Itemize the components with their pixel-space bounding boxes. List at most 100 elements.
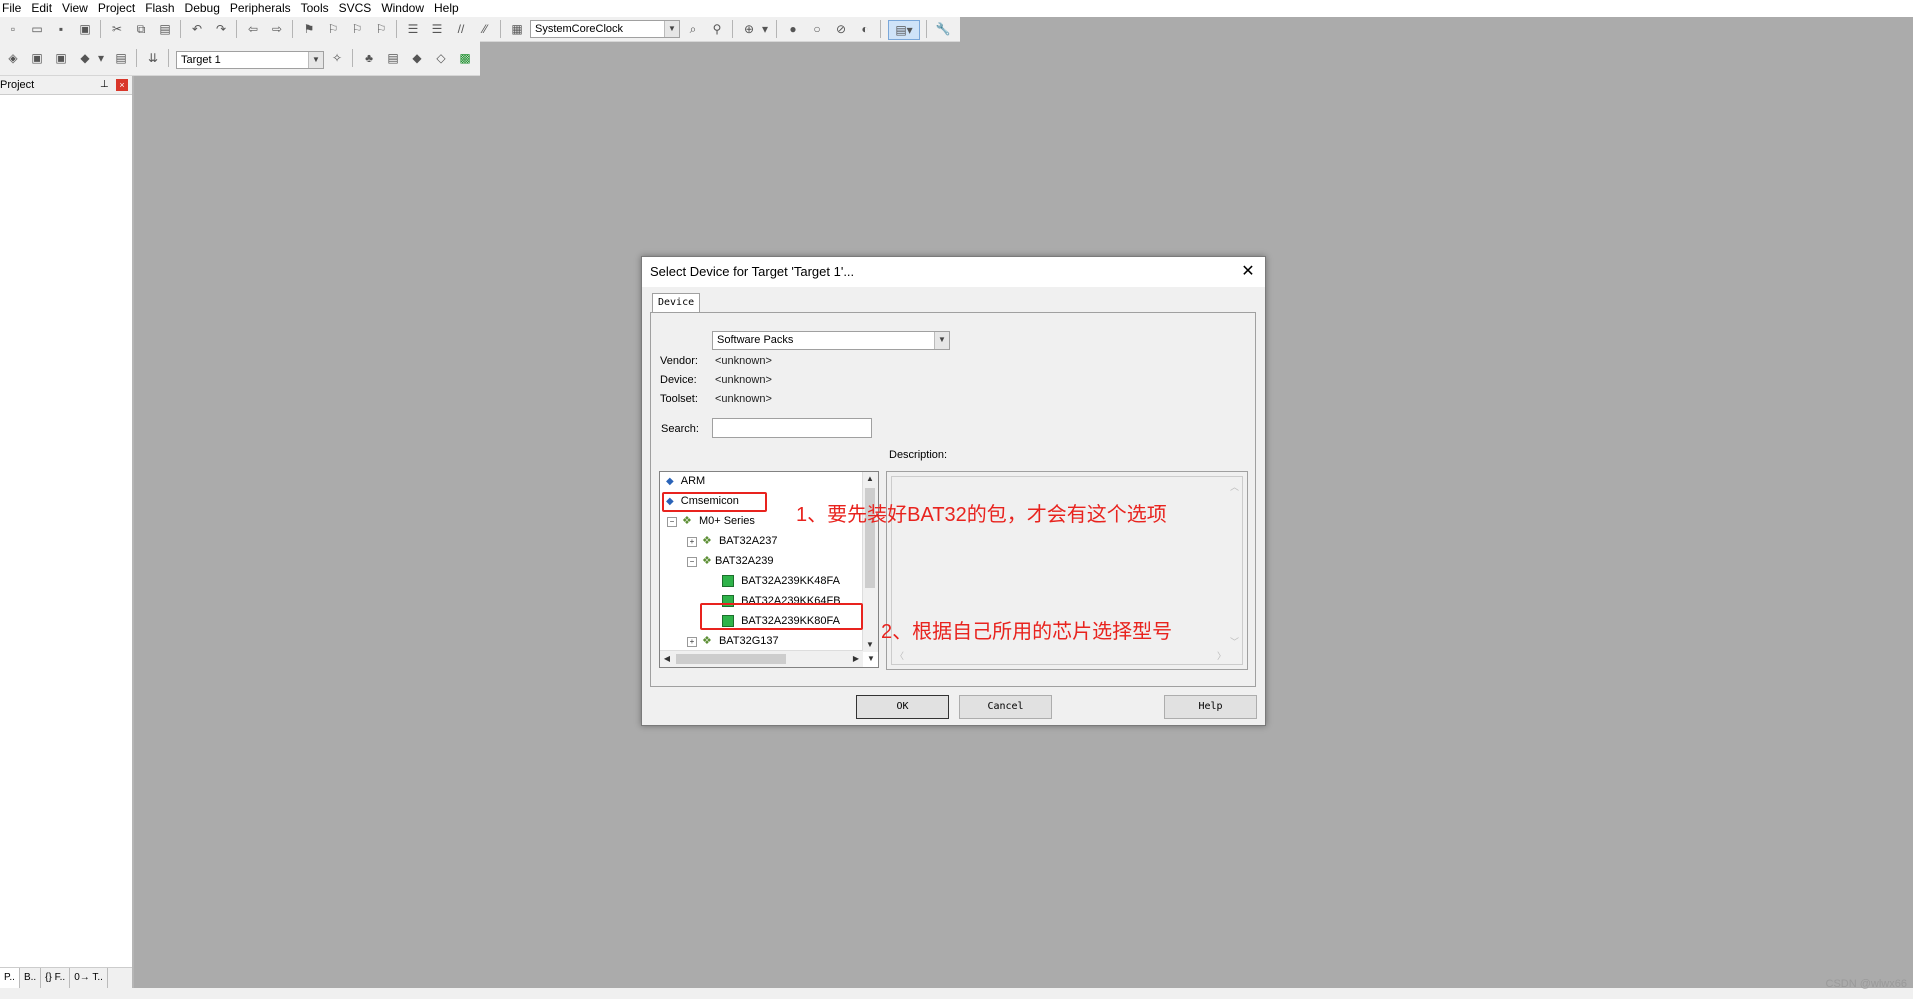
expand-icon[interactable]: + (687, 637, 697, 647)
scroll-thumb[interactable] (676, 654, 786, 664)
file-extensions-icon[interactable]: ♣ (360, 49, 378, 67)
zoom-icon[interactable]: ⊕ (740, 20, 758, 38)
select-packs-icon[interactable]: ◆ (408, 49, 426, 67)
nav-back-icon[interactable]: ⇦ (244, 20, 262, 38)
scroll-right-icon[interactable]: ▶ (849, 652, 863, 666)
configure-wrench-icon[interactable]: 🔧 (934, 20, 952, 38)
breakpoint-disable-all-icon[interactable]: ⊘ (832, 20, 850, 38)
source-select-value: Software Packs (717, 334, 794, 346)
tree-item-m0-series[interactable]: ❖ M0+ Series (682, 512, 755, 530)
menu-view[interactable]: View (59, 0, 95, 17)
scroll-down-icon[interactable]: ﹀ (1230, 635, 1239, 648)
breakpoint-disable-icon[interactable]: ○ (808, 20, 826, 38)
device-label: Device: (660, 374, 697, 386)
collapse-icon[interactable]: − (687, 557, 697, 567)
menu-peripherals[interactable]: Peripherals (227, 0, 298, 17)
incremental-find-icon[interactable]: ⚲ (708, 20, 726, 38)
breakpoint-icon[interactable]: ● (784, 20, 802, 38)
indent-icon[interactable]: ☰ (404, 20, 422, 38)
new-file-icon[interactable]: ▫ (4, 20, 22, 38)
help-button[interactable]: Help (1164, 695, 1257, 719)
uncomment-icon[interactable]: ⁄⁄ (476, 20, 494, 38)
bookmark-next-icon[interactable]: ⚐ (348, 20, 366, 38)
batch-build-icon[interactable]: ◆ (76, 49, 94, 67)
pack-installer-icon[interactable]: ▩ (456, 49, 474, 67)
find-in-files-icon[interactable]: ▦ (508, 20, 526, 38)
close-icon[interactable]: × (116, 79, 128, 91)
target-combo[interactable]: Target 1 ▼ (176, 51, 324, 69)
expand-icon[interactable]: + (687, 537, 697, 547)
tab-templates[interactable]: 0→ T.. (70, 968, 108, 988)
vendor-label: Vendor: (660, 355, 698, 367)
paste-icon[interactable]: ▤ (156, 20, 174, 38)
save-icon[interactable]: ▪ (52, 20, 70, 38)
breakpoint-kill-all-icon[interactable]: ◐ (856, 20, 874, 38)
open-file-icon[interactable]: ▭ (28, 20, 46, 38)
nav-forward-icon[interactable]: ⇨ (268, 20, 286, 38)
download-load-icon[interactable]: ⇊ (144, 49, 162, 67)
search-input[interactable] (712, 418, 872, 438)
tree-item-bat32a239kk48fa[interactable]: BAT32A239KK48FA (722, 572, 840, 590)
tree-item-arm[interactable]: ◆ ARM (666, 472, 705, 490)
chevron-down-icon[interactable]: ▼ (664, 21, 679, 37)
pin-icon[interactable]: ⊥ (100, 76, 109, 94)
bookmark-icon[interactable]: ⚑ (300, 20, 318, 38)
unindent-icon[interactable]: ☰ (428, 20, 446, 38)
chevron-down-icon[interactable]: ▾ (96, 49, 106, 67)
tree-item-bat32a239[interactable]: ❖ BAT32A239 (702, 552, 773, 570)
menu-svcs[interactable]: SVCS (336, 0, 379, 17)
save-all-icon[interactable]: ▣ (76, 20, 94, 38)
chevron-down-icon[interactable]: ▼ (308, 52, 323, 68)
scroll-up-icon[interactable]: ︿ (1230, 480, 1239, 493)
description-label: Description: (889, 449, 948, 461)
menu-help[interactable]: Help (431, 0, 466, 17)
build-icon[interactable]: ▣ (28, 49, 46, 67)
menu-file[interactable]: File (0, 0, 28, 17)
comment-icon[interactable]: // (452, 20, 470, 38)
scroll-up-icon[interactable]: ▲ (863, 472, 877, 486)
redo-icon[interactable]: ↷ (212, 20, 230, 38)
tree-item-bat32a237[interactable]: ❖ BAT32A237 (702, 532, 777, 550)
scroll-down-icon[interactable]: ▼ (864, 652, 878, 666)
tab-functions[interactable]: {} F.. (41, 968, 71, 988)
tab-device[interactable]: Device (652, 293, 701, 312)
scroll-left-icon[interactable]: ◀ (660, 652, 674, 666)
scroll-right-icon[interactable]: 〉 (1217, 649, 1226, 662)
compile-icon[interactable]: ◈ (4, 49, 22, 67)
rebuild-icon[interactable]: ▣ (52, 49, 70, 67)
vendor-value: <unknown> (715, 355, 772, 367)
ok-button[interactable]: OK (856, 695, 949, 719)
bookmark-prev-icon[interactable]: ⚐ (324, 20, 342, 38)
menu-tools[interactable]: Tools (298, 0, 336, 17)
menu-flash[interactable]: Flash (142, 0, 181, 17)
vendor-diamond-icon: ◆ (666, 476, 674, 487)
manage-project-items-icon[interactable]: ▤ (384, 49, 402, 67)
close-icon[interactable]: ✕ (1237, 257, 1259, 287)
menu-edit[interactable]: Edit (28, 0, 59, 17)
device-family-icon: ❖ (702, 635, 712, 647)
stop-build-icon[interactable]: ▤ (112, 49, 130, 67)
menu-window[interactable]: Window (378, 0, 431, 17)
source-select[interactable]: Software Packs ▼ (712, 331, 950, 350)
chevron-down-icon[interactable]: ▾ (760, 20, 770, 38)
menu-debug[interactable]: Debug (182, 0, 227, 17)
undo-icon[interactable]: ↶ (188, 20, 206, 38)
window-layout-icon[interactable]: ▤▾ (888, 20, 920, 40)
bookmark-clear-icon[interactable]: ⚐ (372, 20, 390, 38)
cut-icon[interactable]: ✂ (108, 20, 126, 38)
tab-books[interactable]: B.. (20, 968, 42, 988)
manage-run-time-icon[interactable]: ◇ (432, 49, 450, 67)
chevron-down-icon[interactable]: ▼ (934, 332, 949, 349)
tab-project[interactable]: P.. (0, 968, 20, 988)
tree-horizontal-scrollbar[interactable]: ◀ ▶ (660, 650, 863, 667)
copy-icon[interactable]: ⧉ (132, 20, 150, 38)
collapse-icon[interactable]: − (667, 517, 677, 527)
find-combo[interactable]: SystemCoreClock ▼ (530, 20, 680, 38)
cancel-button[interactable]: Cancel (959, 695, 1052, 719)
find-icon[interactable]: ⌕ (684, 20, 702, 38)
tree-item-bat32g137[interactable]: ❖ BAT32G137 (702, 632, 779, 650)
menu-project[interactable]: Project (95, 0, 142, 17)
scroll-down-icon[interactable]: ▼ (863, 638, 877, 652)
scroll-left-icon[interactable]: 〈 (895, 649, 904, 662)
target-options-icon[interactable]: ✧ (328, 49, 346, 67)
